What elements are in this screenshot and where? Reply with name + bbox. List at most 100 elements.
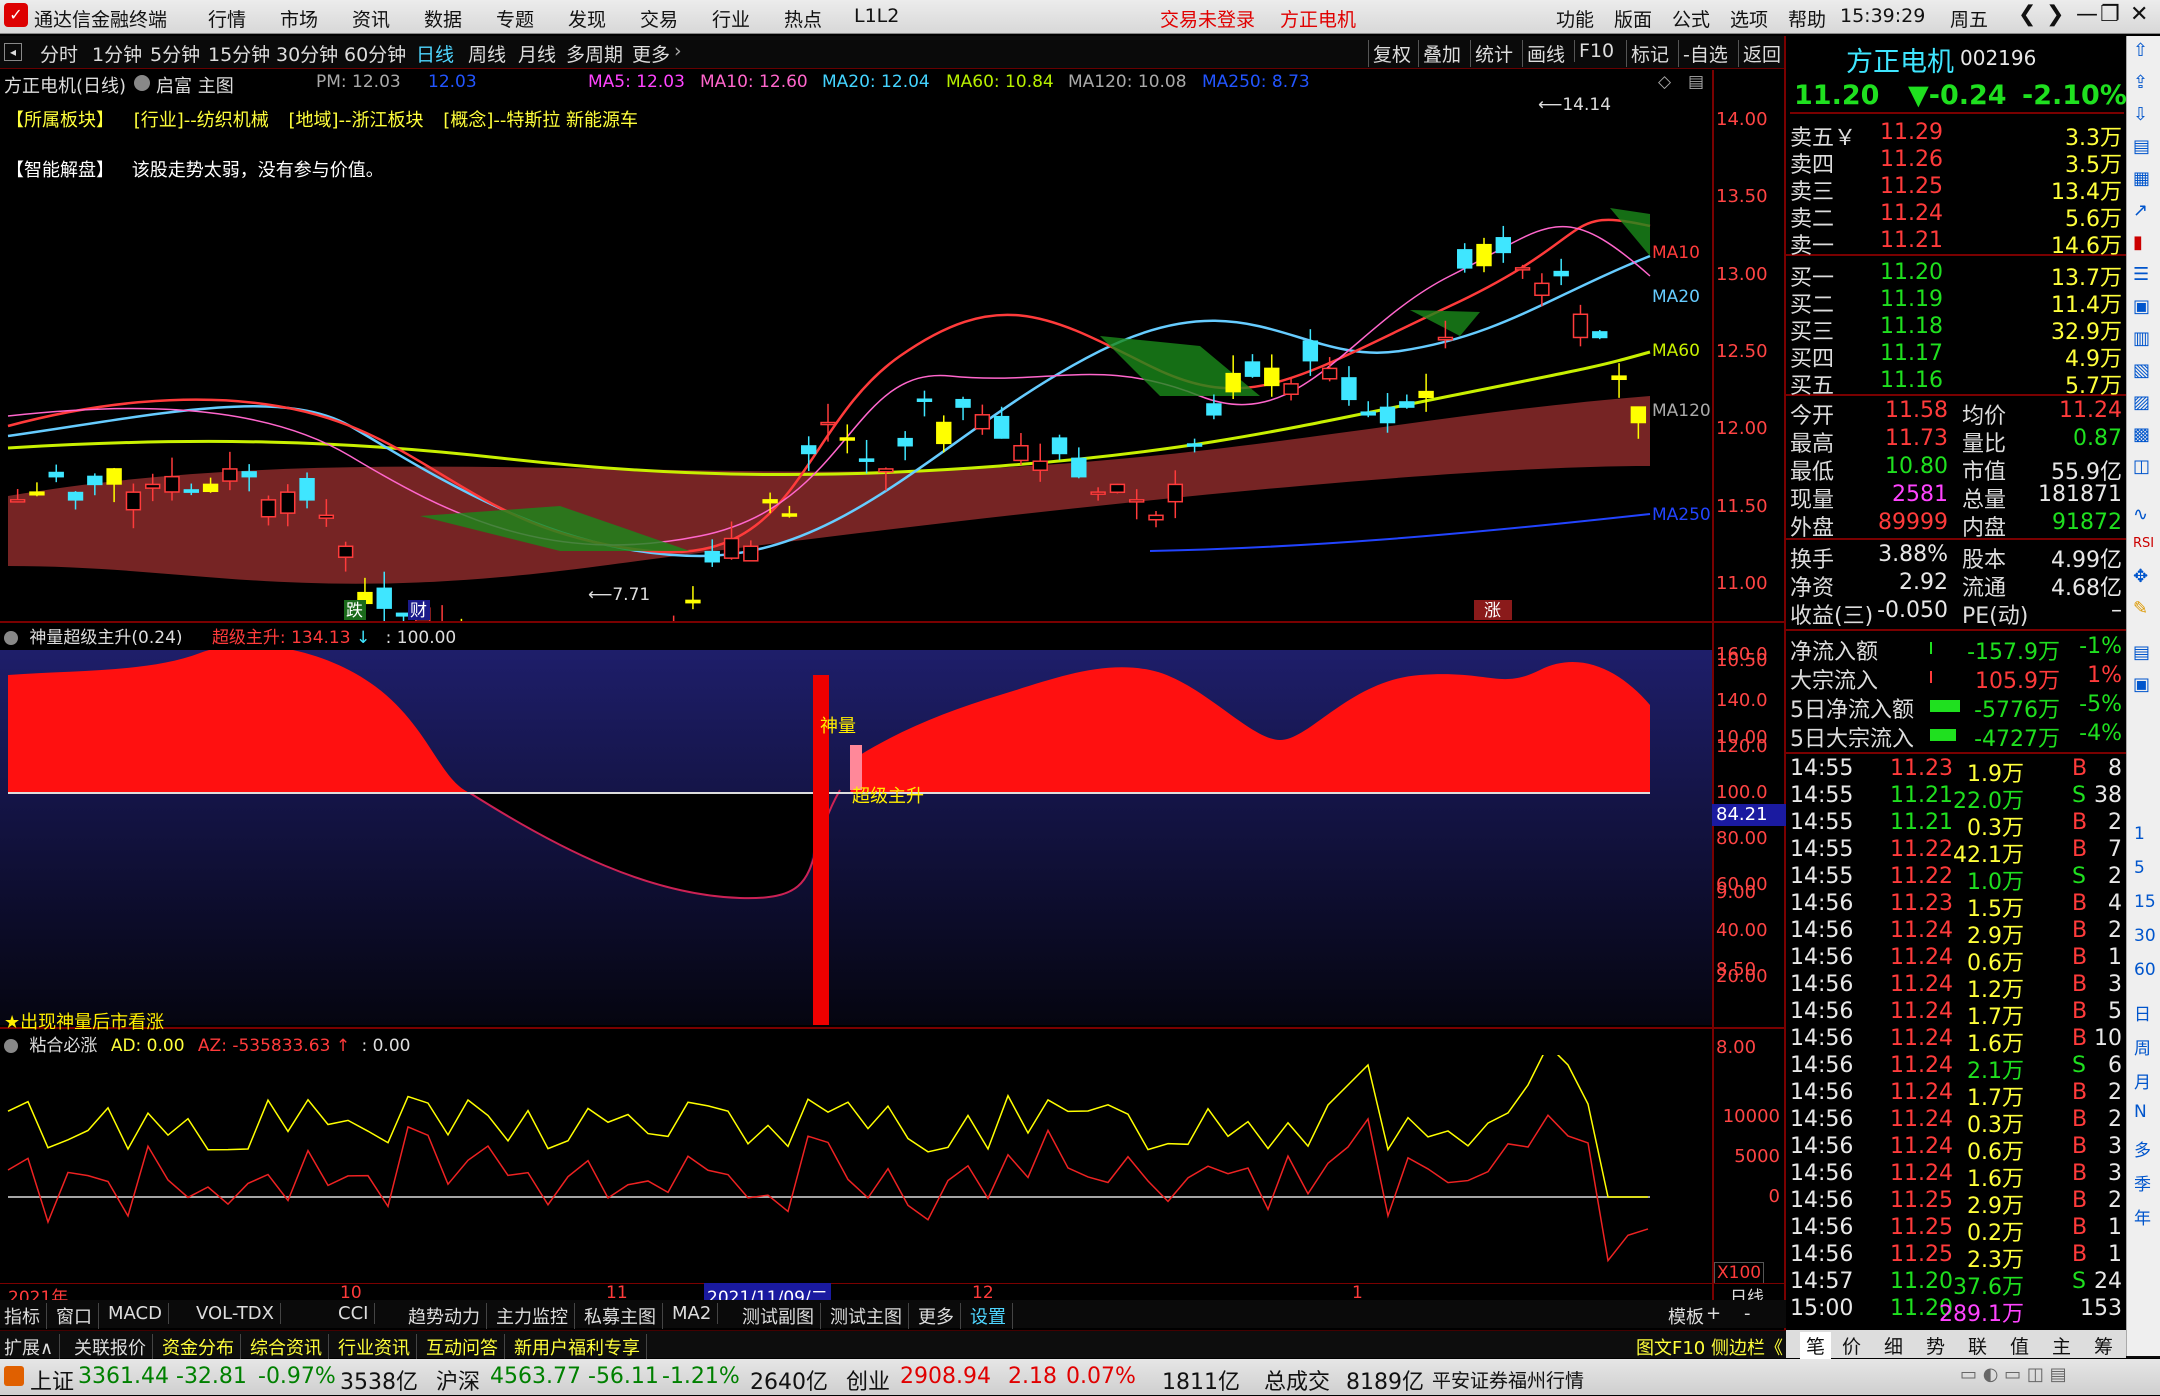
sidebar-period[interactable]: 周: [2134, 1034, 2151, 1059]
indicator2-collapse-icon[interactable]: [4, 1039, 18, 1053]
sidebar-f1-icon[interactable]: ▧: [2133, 360, 2150, 381]
indicator2-area[interactable]: [0, 1043, 1712, 1285]
period-fenshi[interactable]: 分时: [40, 40, 78, 67]
menu-faxian[interactable]: 发现: [568, 5, 606, 32]
btn-huaxian[interactable]: 画线: [1522, 40, 1565, 67]
sidebar-home-icon[interactable]: ⇪: [2133, 72, 2148, 93]
indicator1-collapse-icon[interactable]: [4, 631, 18, 645]
period-day[interactable]: 日线: [416, 40, 454, 67]
indicator-tab[interactable]: 窗口: [56, 1303, 99, 1329]
indicator1-area[interactable]: [0, 645, 1712, 1025]
quote-panel-tab[interactable]: 价: [1842, 1332, 1861, 1359]
btn-f10[interactable]: F10: [1574, 40, 1614, 62]
sidebar-news-icon[interactable]: ▥: [2133, 328, 2150, 349]
menu-jiaoyi[interactable]: 交易: [640, 5, 678, 32]
sidebar-period[interactable]: 日: [2134, 1000, 2151, 1025]
sidebar-period[interactable]: 季: [2134, 1170, 2151, 1195]
sidebar-fs-icon[interactable]: ▤: [2133, 642, 2150, 663]
quote-panel-tab[interactable]: 值: [2010, 1332, 2029, 1359]
extension-tab[interactable]: 行业资讯: [338, 1334, 417, 1360]
menu-xuanxiang[interactable]: 选项: [1730, 5, 1768, 32]
kline-chart-area[interactable]: ⟵14.14 ⟵7.71 MA10 MA20 MA60 MA120 MA250 跌 财 涨 【所属…: [0, 96, 1712, 622]
indicator-tab[interactable]: MA2: [672, 1303, 719, 1324]
extension-tab[interactable]: 综合资讯: [250, 1334, 329, 1360]
indicator-tab-right[interactable]: +: [1706, 1303, 1721, 1324]
more-chevron-icon[interactable]: ›: [674, 40, 682, 62]
extension-tab[interactable]: 关联报价: [74, 1334, 153, 1360]
sidebar-trend-icon[interactable]: ↗: [2133, 200, 2148, 221]
collapse-icon[interactable]: ◂: [4, 43, 22, 61]
sidebar-period[interactable]: 多: [2134, 1136, 2151, 1161]
chart-template[interactable]: 启富 主图: [156, 72, 234, 98]
sidebar-f3-icon[interactable]: ▩: [2133, 424, 2150, 445]
sidebar-f2-icon[interactable]: ▨: [2133, 392, 2150, 413]
sidebar-chart-icon[interactable]: ∿: [2133, 504, 2148, 525]
indicator-tab[interactable]: 更多: [918, 1303, 961, 1329]
sidebar-period[interactable]: N: [2134, 1102, 2147, 1122]
pin-icon[interactable]: ◇: [1658, 72, 1671, 92]
period-5min[interactable]: 5分钟: [150, 40, 200, 67]
extension-tab[interactable]: 扩展∧: [4, 1334, 61, 1360]
menu-shichang[interactable]: 市场: [280, 5, 318, 32]
menu-gongneng[interactable]: 功能: [1556, 5, 1594, 32]
sidebar-fin-icon[interactable]: ▣: [2133, 296, 2150, 317]
btn-diejia[interactable]: 叠加: [1418, 40, 1461, 67]
btn-zixuan[interactable]: -自选: [1678, 40, 1728, 67]
sidebar-period[interactable]: 1: [2134, 824, 2145, 844]
sidebar-down-icon[interactable]: ⇩: [2133, 104, 2148, 125]
indicator1-name[interactable]: 神量超级主升(0.24): [29, 628, 182, 648]
menu-bangzhu[interactable]: 帮助: [1788, 5, 1826, 32]
btn-fanhui[interactable]: 返回: [1738, 40, 1781, 67]
sector-concept[interactable]: [概念]--特斯拉 新能源车: [443, 110, 638, 131]
quote-panel-tab[interactable]: 筹: [2094, 1332, 2113, 1359]
sidebar-period[interactable]: 15: [2134, 892, 2156, 912]
sidebar-period[interactable]: 30: [2134, 926, 2156, 946]
menu-redian[interactable]: 热点: [784, 5, 822, 32]
sidebar-move-icon[interactable]: ✥: [2133, 566, 2148, 587]
period-30min[interactable]: 30分钟: [276, 40, 338, 67]
btn-tongji[interactable]: 统计: [1470, 40, 1513, 67]
indicator-tab[interactable]: CCI: [338, 1303, 376, 1324]
quote-panel-tab[interactable]: 势: [1926, 1332, 1945, 1359]
menu-l1l2[interactable]: L1L2: [854, 5, 899, 27]
sidebar-period[interactable]: 5: [2134, 858, 2145, 878]
sidebar-period[interactable]: 年: [2134, 1204, 2151, 1229]
sidebar-kline-icon[interactable]: ▮: [2133, 232, 2143, 253]
period-multi[interactable]: 多周期: [566, 40, 623, 67]
sector-belong[interactable]: 【所属板块】: [6, 110, 114, 131]
indicator-tab-right[interactable]: 模板: [1668, 1303, 1704, 1329]
layout-icon[interactable]: ▤: [1688, 72, 1704, 92]
quote-panel-tab[interactable]: 细: [1884, 1332, 1903, 1359]
btn-fuquan[interactable]: 复权: [1368, 40, 1411, 67]
indicator-tab[interactable]: 设置: [970, 1303, 1013, 1329]
indicator-tab[interactable]: 趋势动力: [408, 1303, 487, 1329]
menu-hangqing[interactable]: 行情: [208, 5, 246, 32]
extension-tab[interactable]: 新用户福利专享: [514, 1334, 647, 1360]
sidebar-period[interactable]: 60: [2134, 960, 2156, 980]
sidebar-pen-icon[interactable]: ✎: [2133, 598, 2148, 619]
sector-region[interactable]: [地域]--浙江板块: [289, 110, 424, 131]
sidebar-up-icon[interactable]: ⇧: [2133, 40, 2148, 61]
sidebar-f4-icon[interactable]: ◫: [2133, 456, 2150, 477]
menu-gongshi[interactable]: 公式: [1672, 5, 1710, 32]
quote-panel-tab[interactable]: 笔: [1800, 1332, 1832, 1359]
quote-panel-tab[interactable]: 联: [1968, 1332, 1987, 1359]
sh-index-label[interactable]: 上证: [30, 1364, 74, 1396]
quote-panel-tab[interactable]: 主: [2052, 1332, 2071, 1359]
sector-industry[interactable]: [行业]--纺织机械: [134, 110, 269, 131]
sidebar-grid-icon[interactable]: ▦: [2133, 168, 2150, 189]
indicator-tab[interactable]: 指标: [4, 1303, 47, 1329]
minimize-icon[interactable]: —: [2076, 2, 2098, 27]
menu-banmian[interactable]: 版面: [1614, 5, 1652, 32]
extension-tab[interactable]: 资金分布: [162, 1334, 241, 1360]
sidebar-img-icon[interactable]: ▣: [2133, 674, 2150, 695]
indicator-tab[interactable]: VOL-TDX: [196, 1303, 281, 1324]
cy-index-label[interactable]: 创业: [846, 1364, 890, 1396]
indicator2-name[interactable]: 粘合必涨: [29, 1036, 97, 1056]
indicator-tab[interactable]: MACD: [108, 1303, 169, 1324]
menu-zhuanti[interactable]: 专题: [496, 5, 534, 32]
indicator-tab-right[interactable]: -: [1744, 1303, 1751, 1324]
period-more[interactable]: 更多: [632, 40, 670, 67]
sidebar-rsi-icon[interactable]: RSI: [2133, 536, 2154, 551]
hs-index-label[interactable]: 沪深: [436, 1364, 480, 1396]
